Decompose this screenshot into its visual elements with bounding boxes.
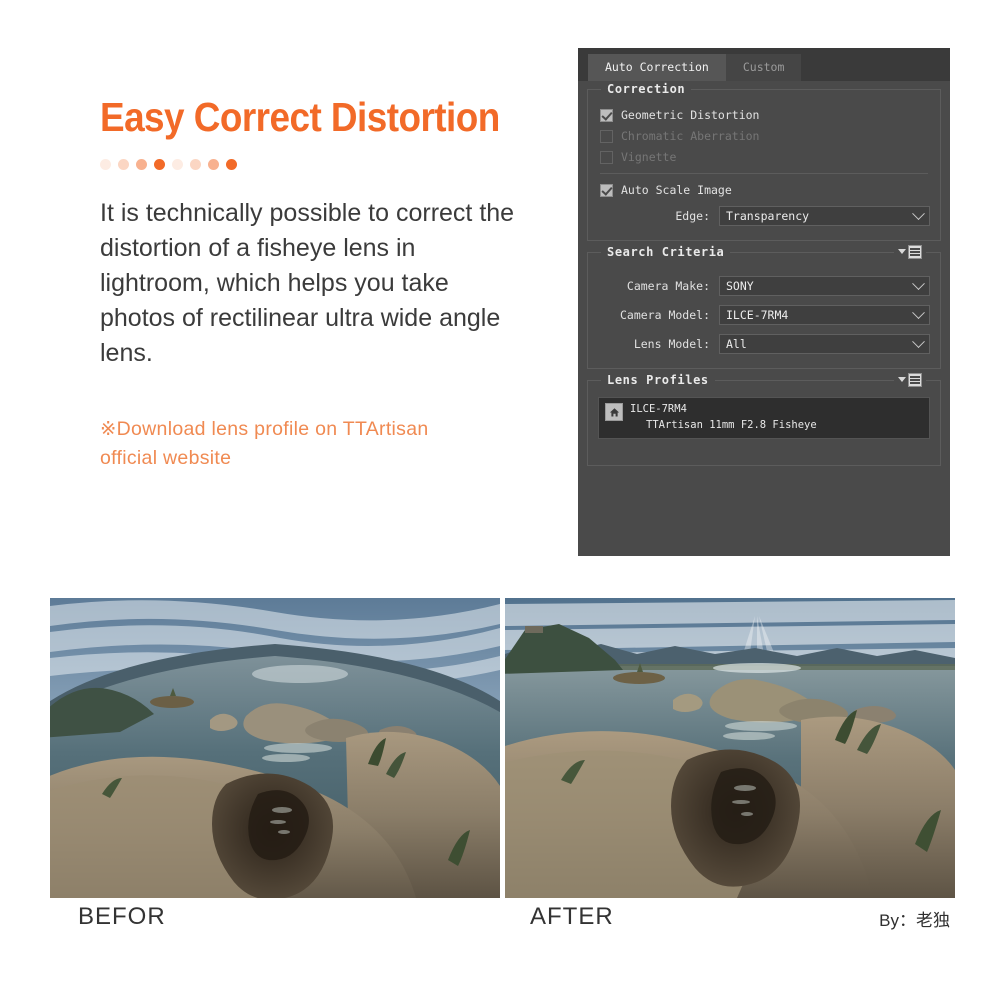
chevron-down-icon (912, 206, 925, 220)
lens-correction-panel: Auto Correction Custom Correction Geomet… (578, 48, 950, 556)
checkbox-vignette[interactable]: Vignette (600, 150, 930, 164)
field-edge: Edge: Transparency (598, 206, 930, 226)
field-camera-model: Camera Model: ILCE-7RM4 (598, 305, 930, 325)
decor-dot (226, 159, 237, 171)
home-icon (605, 403, 623, 421)
checkbox-chromatic-aberration[interactable]: Chromatic Aberration (600, 129, 930, 143)
decor-dot (100, 159, 111, 171)
checkbox-geometric-distortion[interactable]: Geometric Distortion (600, 108, 930, 122)
checkbox-box[interactable] (600, 183, 613, 197)
select-camera-make[interactable]: SONY (719, 276, 930, 296)
lens-profiles-group: Lens Profiles ILCE-7RM4 TTArtisan 11mm F… (587, 373, 941, 466)
after-caption: AFTER (530, 903, 614, 930)
checkbox-label: Geometric Distortion (621, 108, 760, 122)
decorative-dot-row (100, 159, 530, 171)
panel-body: Correction Geometric Distortion Chromati… (578, 81, 950, 466)
decor-dot (118, 159, 129, 171)
decor-dot (208, 159, 219, 171)
correction-group-legend: Correction (601, 82, 692, 96)
profile-subtitle: TTArtisan 11mm F2.8 Fisheye (646, 419, 817, 431)
field-label-camera-make: Camera Make: (626, 279, 710, 293)
triangle-down-icon (898, 249, 906, 255)
panel-tabbar: Auto Correction Custom (578, 48, 950, 81)
lens-profile-list[interactable]: ILCE-7RM4 TTArtisan 11mm F2.8 Fisheye (598, 397, 930, 439)
download-note: ※Download lens profile on TTArtisan offi… (100, 418, 429, 470)
select-value: Transparency (726, 209, 810, 223)
tabbar-filler (801, 54, 950, 81)
tab-auto-correction[interactable]: Auto Correction (588, 54, 726, 81)
flyout-menu-icon[interactable] (894, 373, 926, 387)
checkbox-label: Auto Scale Image (621, 183, 732, 197)
chevron-down-icon (912, 276, 925, 290)
chevron-down-icon (912, 334, 925, 348)
select-lens-model[interactable]: All (719, 334, 930, 354)
page-title: Easy Correct Distortion (100, 94, 500, 140)
lens-profiles-legend: Lens Profiles (601, 373, 715, 387)
select-value: SONY (726, 279, 754, 293)
select-value: All (726, 337, 747, 351)
correction-group: Correction Geometric Distortion Chromati… (587, 82, 941, 241)
before-caption: BEFOR (78, 903, 166, 930)
before-photo (50, 598, 500, 898)
tab-custom[interactable]: Custom (725, 54, 802, 81)
body-paragraph: It is technically possible to correct th… (100, 199, 515, 368)
field-label-camera-model: Camera Model: (619, 308, 710, 322)
decor-dot (136, 159, 147, 171)
checkbox-box[interactable] (600, 108, 613, 122)
menu-lines-icon (908, 373, 922, 387)
menu-lines-icon (908, 245, 922, 259)
checkbox-label: Vignette (621, 150, 677, 164)
select-edge[interactable]: Transparency (719, 206, 930, 226)
search-criteria-group: Search Criteria Camera Make: SONY Camera… (587, 245, 941, 369)
triangle-down-icon (898, 377, 906, 383)
byline: By：老独 (879, 911, 950, 930)
select-value: ILCE-7RM4 (726, 308, 789, 322)
field-label-lens-model: Lens Model: (633, 337, 710, 351)
chevron-down-icon (912, 305, 925, 319)
intro-text-column: Easy Correct Distortion It is technicall… (100, 94, 530, 474)
group-divider (600, 173, 928, 174)
decor-dot (154, 159, 165, 171)
profile-text: ILCE-7RM4 TTArtisan 11mm F2.8 Fisheye (630, 403, 817, 431)
list-item[interactable]: ILCE-7RM4 TTArtisan 11mm F2.8 Fisheye (605, 403, 923, 431)
field-camera-make: Camera Make: SONY (598, 276, 930, 296)
checkbox-box[interactable] (600, 150, 613, 164)
profile-title: ILCE-7RM4 (630, 403, 687, 415)
checkbox-auto-scale-image[interactable]: Auto Scale Image (600, 183, 930, 197)
decor-dot (172, 159, 183, 171)
field-lens-model: Lens Model: All (598, 334, 930, 354)
select-camera-model[interactable]: ILCE-7RM4 (719, 305, 930, 325)
flyout-menu-icon[interactable] (894, 245, 926, 259)
checkbox-box[interactable] (600, 129, 613, 143)
search-criteria-legend: Search Criteria (601, 245, 731, 259)
after-photo (505, 598, 955, 898)
decor-dot (190, 159, 201, 171)
checkbox-label: Chromatic Aberration (621, 129, 760, 143)
field-label-edge: Edge: (675, 209, 710, 223)
